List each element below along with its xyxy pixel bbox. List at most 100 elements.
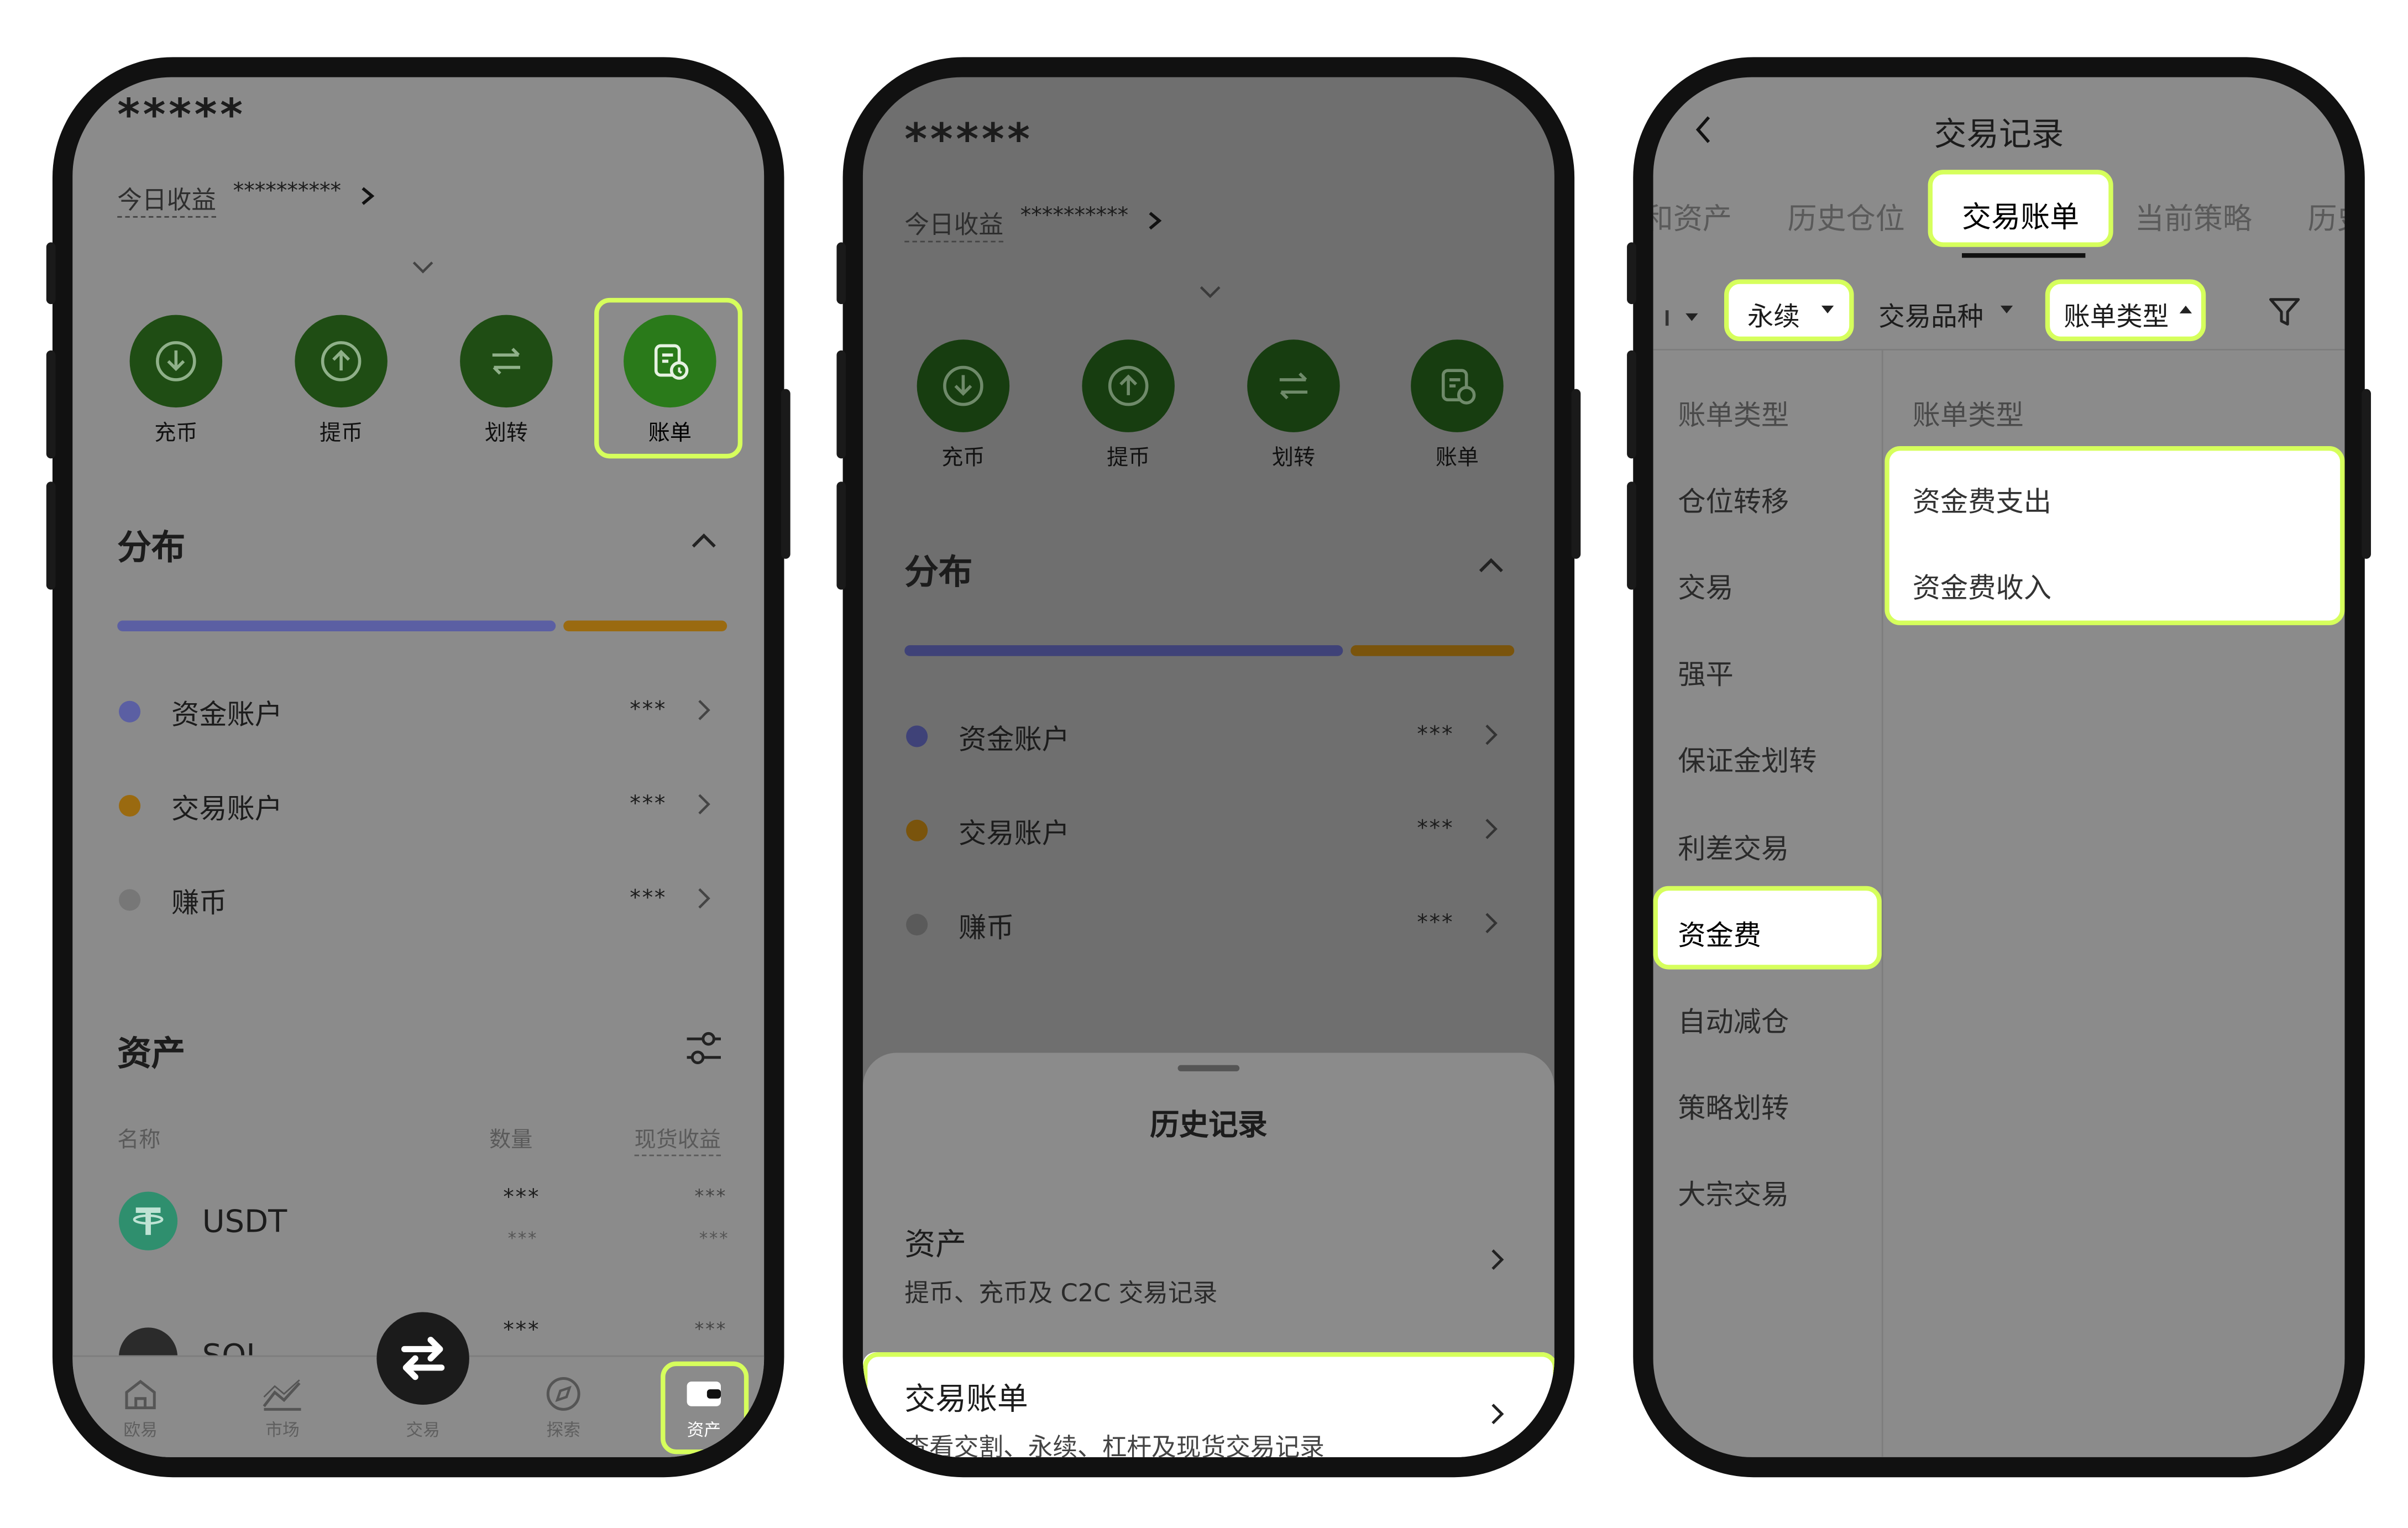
account-name[interactable]: 赚币 xyxy=(171,881,227,922)
chevron-right-icon[interactable] xyxy=(1483,910,1499,935)
withdraw-button[interactable] xyxy=(1082,339,1175,432)
history-item-title[interactable]: 资产 xyxy=(904,1220,966,1264)
right-list-header: 账单类型 xyxy=(1912,400,2024,432)
chevron-right-icon[interactable] xyxy=(1483,723,1499,747)
trade-records-screen: 交易记录 和资产 历史仓位 交易账单 当前策略 历史 永续 交易品种 账单类型 xyxy=(1653,77,2345,1457)
column-pnl: 现货收益 xyxy=(634,1124,721,1157)
nav-label[interactable]: 欧易 xyxy=(94,1417,187,1442)
deposit-button[interactable] xyxy=(917,339,1010,432)
tab-history-more[interactable]: 历史 xyxy=(2307,196,2344,238)
chevron-right-icon[interactable] xyxy=(1147,210,1163,232)
column-divider xyxy=(1881,350,1883,1457)
chevron-right-icon[interactable] xyxy=(1490,1247,1505,1272)
bill-button[interactable] xyxy=(1411,339,1504,432)
category-item[interactable]: 自动减仓 xyxy=(1678,1000,1789,1040)
tab-assets[interactable]: 和资产 xyxy=(1653,196,1732,238)
caret-down-icon[interactable] xyxy=(1684,312,1699,324)
withdraw-icon xyxy=(321,341,362,381)
withdraw-button[interactable] xyxy=(295,315,388,408)
bill-label: 账单 xyxy=(1435,446,1479,471)
filter-instrument[interactable]: 交易品种 xyxy=(1878,295,1983,333)
chevron-right-icon[interactable] xyxy=(696,698,711,723)
withdraw-icon xyxy=(1108,365,1149,406)
category-item[interactable]: 交易 xyxy=(1678,567,1734,607)
coin-qty: *** xyxy=(503,1318,541,1343)
transfer-button[interactable] xyxy=(460,315,553,408)
phone-frame-1: ***** 今日收益 ********** 充币 提币 划转 账单 分布 资金账… xyxy=(46,57,791,1478)
earn-dot xyxy=(906,914,928,936)
nav-label[interactable]: 市场 xyxy=(236,1417,329,1442)
home-icon[interactable] xyxy=(122,1377,159,1411)
sheet-title: 历史记录 xyxy=(1150,1108,1268,1143)
tab-position-history[interactable]: 历史仓位 xyxy=(1787,196,1904,238)
account-name[interactable]: 交易账户 xyxy=(171,787,282,828)
page-title: 交易记录 xyxy=(1934,116,2064,153)
sheet-drag-handle[interactable] xyxy=(1177,1065,1240,1071)
distribution-title: 分布 xyxy=(904,554,973,593)
tab-highlight xyxy=(1928,170,2113,247)
caret-down-icon[interactable] xyxy=(1999,304,2014,316)
trading-dot xyxy=(119,795,141,817)
coin-pnl: *** xyxy=(694,1185,727,1207)
transfer-icon xyxy=(492,348,521,375)
chevron-down-icon[interactable] xyxy=(411,259,436,275)
account-value: *** xyxy=(1417,722,1454,747)
withdraw-label: 提币 xyxy=(1107,446,1150,471)
trade-bill-highlight xyxy=(862,1352,1554,1457)
chevron-down-icon[interactable] xyxy=(1198,284,1223,300)
trading-share-bar xyxy=(1350,645,1515,656)
category-item[interactable]: 强平 xyxy=(1678,653,1734,693)
category-item[interactable]: 利差交易 xyxy=(1678,828,1789,868)
trade-button[interactable] xyxy=(376,1312,469,1405)
filter-cutoff xyxy=(1665,310,1669,326)
coin-qty: *** xyxy=(503,1185,541,1211)
phone-frame-3: 交易记录 和资产 历史仓位 交易账单 当前策略 历史 永续 交易品种 账单类型 xyxy=(1627,57,2371,1478)
nav-label[interactable]: 交易 xyxy=(376,1417,469,1442)
nav-label[interactable]: 探索 xyxy=(517,1417,610,1442)
transfer-label: 划转 xyxy=(1271,446,1316,471)
chevron-right-icon[interactable] xyxy=(360,185,375,207)
funding-share-bar xyxy=(904,645,1343,656)
category-item[interactable]: 仓位转移 xyxy=(1678,480,1789,520)
category-item[interactable]: 策略划转 xyxy=(1678,1087,1789,1127)
withdraw-label: 提币 xyxy=(320,421,363,446)
distribution-title: 分布 xyxy=(117,529,186,568)
account-name[interactable]: 赚币 xyxy=(959,906,1014,946)
chevron-up-icon[interactable] xyxy=(1477,556,1505,574)
chevron-up-icon[interactable] xyxy=(690,531,718,550)
chevron-right-icon[interactable] xyxy=(696,792,711,817)
filter-funnel-icon[interactable] xyxy=(2268,295,2301,328)
balance-mask: ***** xyxy=(904,114,1033,165)
deposit-label: 充币 xyxy=(154,421,198,446)
filter-perpetual-highlight xyxy=(1724,279,1854,342)
assets-tab-highlight xyxy=(661,1361,749,1454)
today-pnl-label[interactable]: 今日收益 xyxy=(117,179,216,218)
category-item[interactable]: 大宗交易 xyxy=(1678,1173,1789,1213)
trade-swap-icon xyxy=(401,1337,445,1380)
assets-screen: ***** 今日收益 ********** 充币 提币 划转 账单 分布 资金账… xyxy=(72,77,765,1457)
canvas: ***** 今日收益 ********** 充币 提币 划转 账单 分布 资金账… xyxy=(0,0,2408,1528)
chevron-right-icon[interactable] xyxy=(1483,817,1499,841)
history-sheet-screen: ***** 今日收益 ********** 充币 提币 划转 账单 分布 资金账… xyxy=(862,77,1554,1457)
account-name[interactable]: 资金账户 xyxy=(959,718,1070,758)
history-bottom-sheet: 历史记录 资产 提币、充币及 C2C 交易记录 交易账单 查看交割、永续、杠杆及… xyxy=(862,1053,1554,1457)
deposit-icon xyxy=(943,365,983,406)
funding-share-bar xyxy=(117,620,556,632)
coin-symbol[interactable]: USDT xyxy=(202,1202,287,1239)
column-quantity: 数量 xyxy=(489,1128,533,1153)
transfer-button[interactable] xyxy=(1247,339,1340,432)
market-icon[interactable] xyxy=(261,1377,304,1411)
settings-sliders-icon[interactable] xyxy=(684,1029,724,1066)
account-name[interactable]: 资金账户 xyxy=(171,693,282,734)
trading-share-bar xyxy=(563,620,727,632)
trading-dot xyxy=(906,819,928,841)
today-pnl-value: ********** xyxy=(1020,203,1129,229)
tab-current-strategy[interactable]: 当前策略 xyxy=(2135,196,2252,238)
category-item[interactable]: 保证金划转 xyxy=(1678,740,1817,780)
account-name[interactable]: 交易账户 xyxy=(959,812,1070,852)
explore-icon[interactable] xyxy=(543,1374,584,1414)
today-pnl-label[interactable]: 今日收益 xyxy=(904,204,1004,243)
chevron-right-icon[interactable] xyxy=(696,886,711,911)
coin-qty-sub: *** xyxy=(507,1228,538,1249)
deposit-button[interactable] xyxy=(129,315,223,408)
